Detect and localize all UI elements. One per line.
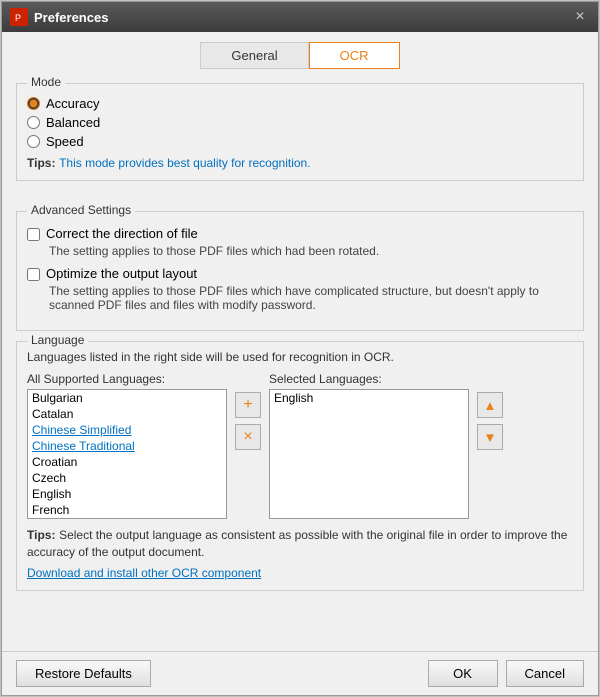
- mode-tips: Tips: This mode provides best quality fo…: [27, 155, 573, 170]
- correct-direction-label: Correct the direction of file: [46, 226, 198, 241]
- selected-languages-panel: Selected Languages: English: [269, 372, 469, 519]
- footer: Restore Defaults OK Cancel: [2, 651, 598, 695]
- balanced-label: Balanced: [46, 115, 100, 130]
- ok-button[interactable]: OK: [428, 660, 498, 687]
- mode-tips-text: This mode provides best quality for reco…: [59, 156, 310, 170]
- language-panels: All Supported Languages: Bulgarian Catal…: [27, 372, 573, 519]
- mode-accuracy[interactable]: Accuracy: [27, 96, 573, 111]
- all-languages-list[interactable]: Bulgarian Catalan Chinese Simplified Chi…: [27, 389, 227, 519]
- svg-text:P: P: [15, 13, 21, 23]
- selected-languages-list[interactable]: English: [269, 389, 469, 519]
- list-item[interactable]: Bulgarian: [28, 390, 226, 406]
- mode-radio-group: Accuracy Balanced Speed: [27, 96, 573, 149]
- accuracy-label: Accuracy: [46, 96, 99, 111]
- window-title: Preferences: [34, 10, 570, 25]
- all-languages-label: All Supported Languages:: [27, 372, 227, 386]
- language-tips: Tips: Select the output language as cons…: [27, 527, 573, 561]
- list-item[interactable]: Chinese Traditional: [28, 438, 226, 454]
- correct-direction-item[interactable]: Correct the direction of file: [27, 226, 573, 241]
- mode-section: Mode Accuracy Balanced Speed Tips: This …: [16, 83, 584, 181]
- balanced-radio[interactable]: [27, 116, 40, 129]
- tab-ocr[interactable]: OCR: [309, 42, 400, 69]
- list-item[interactable]: English: [28, 486, 226, 502]
- language-intro: Languages listed in the right side will …: [27, 350, 573, 364]
- tab-general[interactable]: General: [200, 42, 308, 69]
- mode-speed[interactable]: Speed: [27, 134, 573, 149]
- language-section: Language Languages listed in the right s…: [16, 341, 584, 591]
- tab-bar: General OCR: [2, 32, 598, 75]
- list-item[interactable]: Croatian: [28, 454, 226, 470]
- list-item[interactable]: Chinese Simplified: [28, 422, 226, 438]
- preferences-window: P Preferences × General OCR Mode Accurac…: [1, 1, 599, 696]
- advanced-section-title: Advanced Settings: [27, 203, 135, 217]
- correct-direction-checkbox[interactable]: [27, 228, 40, 241]
- optimize-layout-checkbox[interactable]: [27, 268, 40, 281]
- optimize-layout-desc: The setting applies to those PDF files w…: [49, 284, 573, 312]
- content-area: Mode Accuracy Balanced Speed Tips: This …: [2, 75, 598, 651]
- remove-language-button[interactable]: ×: [235, 424, 261, 450]
- language-section-title: Language: [27, 333, 88, 347]
- list-item[interactable]: English: [270, 390, 468, 406]
- download-ocr-link[interactable]: Download and install other OCR component: [27, 566, 261, 580]
- speed-radio[interactable]: [27, 135, 40, 148]
- list-item[interactable]: German: [28, 518, 226, 519]
- move-down-button[interactable]: ▼: [477, 424, 503, 450]
- add-language-button[interactable]: +: [235, 392, 261, 418]
- mode-tips-label: Tips:: [27, 156, 55, 170]
- list-item[interactable]: Czech: [28, 470, 226, 486]
- accuracy-radio[interactable]: [27, 97, 40, 110]
- list-item[interactable]: French: [28, 502, 226, 518]
- cancel-button[interactable]: Cancel: [506, 660, 584, 687]
- move-up-button[interactable]: ▲: [477, 392, 503, 418]
- all-languages-panel: All Supported Languages: Bulgarian Catal…: [27, 372, 227, 519]
- language-tips-text: Select the output language as consistent…: [27, 528, 567, 559]
- lang-add-remove-controls: + ×: [235, 372, 261, 450]
- correct-direction-desc: The setting applies to those PDF files w…: [49, 244, 573, 258]
- mode-section-title: Mode: [27, 75, 65, 89]
- optimize-layout-label: Optimize the output layout: [46, 266, 197, 281]
- selected-languages-label: Selected Languages:: [269, 372, 469, 386]
- restore-defaults-button[interactable]: Restore Defaults: [16, 660, 151, 687]
- advanced-section: Advanced Settings Correct the direction …: [16, 211, 584, 331]
- list-item[interactable]: Catalan: [28, 406, 226, 422]
- mode-balanced[interactable]: Balanced: [27, 115, 573, 130]
- optimize-layout-item[interactable]: Optimize the output layout: [27, 266, 573, 281]
- footer-right: OK Cancel: [428, 660, 584, 687]
- speed-label: Speed: [46, 134, 84, 149]
- titlebar: P Preferences ×: [2, 2, 598, 32]
- language-tips-label: Tips:: [27, 528, 55, 542]
- app-icon: P: [10, 8, 28, 26]
- close-button[interactable]: ×: [570, 7, 590, 27]
- lang-updown-controls: ▲ ▼: [477, 372, 503, 450]
